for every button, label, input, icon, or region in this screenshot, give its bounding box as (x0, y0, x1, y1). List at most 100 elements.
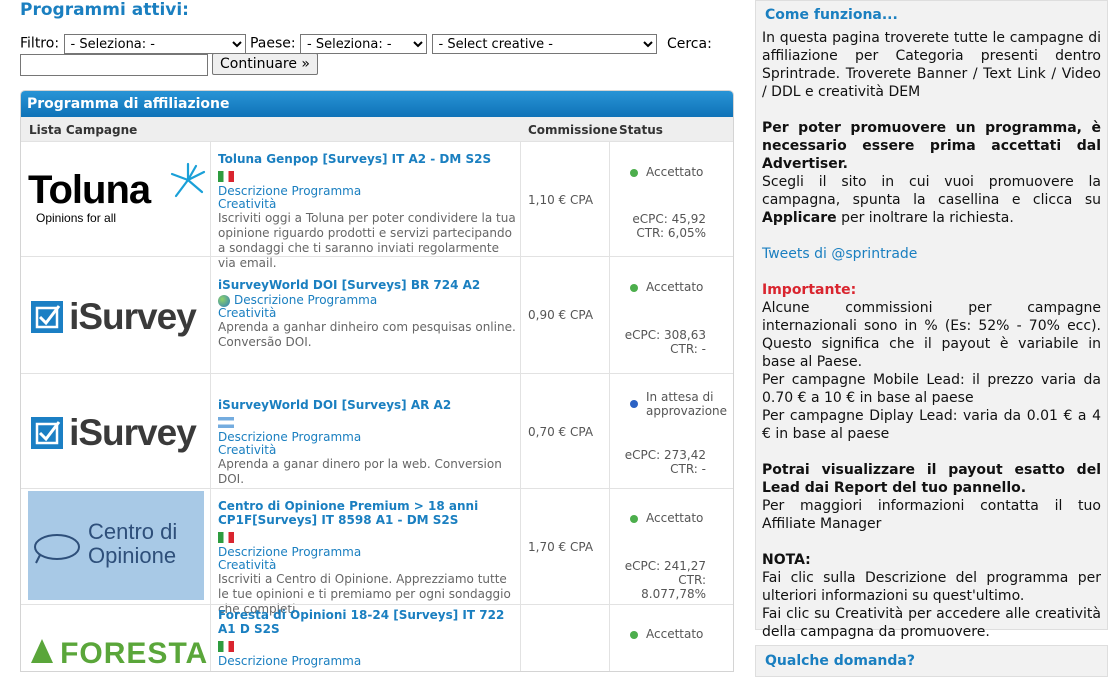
commission-value: 1,70 € CPA (528, 540, 594, 554)
globe-icon (218, 294, 230, 307)
sidebar-apply-instructions: Scegli il sito in cui vuoi promuovere la… (762, 174, 1101, 226)
sidebar-title: Come funziona... (765, 7, 898, 23)
payout-note: Potrai visualizzare il payout esatto del… (762, 462, 1101, 496)
campaign-logo-cell[interactable]: FORESTA (21, 605, 211, 671)
creative-select[interactable]: - Select creative - (431, 34, 657, 54)
table-row: Centro di Opinione Centro di Opinione Pr… (21, 488, 733, 616)
isurvey-logo[interactable]: iSurvey (30, 412, 197, 454)
status-ok-icon (630, 630, 638, 639)
program-description-link[interactable]: Descrizione Programma (234, 293, 377, 307)
centro-opinione-logo[interactable]: Centro di Opinione (28, 491, 204, 600)
table-row: iSurvey iSurveyWorld DOI [Surveys] AR A2… (21, 373, 733, 488)
creative-link[interactable]: Creatività (218, 307, 518, 320)
creative-link[interactable]: Creatività (218, 559, 518, 572)
commission-value: 1,10 € CPA (528, 193, 594, 207)
argentina-flag-icon (218, 417, 234, 428)
campaign-name-link[interactable]: iSurveyWorld DOI [Surveys] AR A2 (218, 398, 518, 412)
isurvey-checkbox-icon (31, 301, 63, 333)
campaign-name-link[interactable]: Centro di Opinione Premium > 18 anni CP1… (218, 499, 518, 527)
country-label: Paese: (249, 35, 296, 52)
tree-icon (31, 639, 53, 663)
campaign-logo-cell[interactable]: Toluna Opinions for all (21, 142, 211, 256)
status-cell: Accettato eCPC: 45,92 CTR: 6,05% (609, 142, 733, 256)
sidebar-promo-note: Per poter promuovere un programma, è nec… (762, 120, 1101, 172)
status-pending-icon (630, 400, 638, 408)
speech-bubble-icon (34, 534, 80, 564)
status-badge: In attesa di approvazione (630, 390, 727, 418)
column-commission: Commissione (528, 123, 618, 137)
campaign-info: iSurveyWorld DOI [Surveys] BR 724 A2 Des… (218, 257, 518, 350)
sidebar-intro: In questa pagina troverete tutte le camp… (762, 30, 1101, 100)
campaign-logo-cell[interactable]: iSurvey (21, 257, 211, 373)
nota-label: NOTA: (762, 552, 811, 568)
nota-2: Fai clic su Creatività per accedere alle… (762, 606, 1101, 640)
isurvey-checkbox-icon (31, 417, 63, 449)
help-sidebar: Come funziona... In questa pagina trover… (755, 0, 1108, 640)
continue-button[interactable]: Continuare » (212, 53, 318, 75)
toluna-star-icon (170, 162, 206, 198)
faq-title: Qualche domanda? (765, 653, 915, 669)
table-row: iSurvey iSurveyWorld DOI [Surveys] BR 72… (21, 256, 733, 373)
campaign-stats: eCPC: 241,27 CTR: 8.077,78% (624, 559, 706, 601)
commission-cell (520, 605, 609, 671)
program-description-link[interactable]: Descrizione Programma (218, 655, 518, 668)
campaign-name-link[interactable]: iSurveyWorld DOI [Surveys] BR 724 A2 (218, 278, 518, 292)
commission-cell: 0,90 € CPA (520, 257, 609, 373)
toluna-logo[interactable]: Toluna Opinions for all (28, 162, 206, 225)
filter-select[interactable]: - Seleziona: - (63, 34, 246, 54)
payout-info: Per maggiori informazioni contatta il tu… (762, 498, 1101, 532)
commission-cell: 1,10 € CPA (520, 142, 609, 256)
status-badge: Accettato (630, 627, 703, 641)
status-badge: Accettato (630, 511, 703, 525)
creative-link[interactable]: Creatività (218, 198, 518, 211)
table-row: Toluna Opinions for all Toluna Genpop [S… (21, 141, 733, 270)
status-badge: Accettato (630, 280, 703, 294)
commission-value: 0,70 € CPA (528, 425, 594, 439)
campaign-stats: eCPC: 45,92 CTR: 6,05% (632, 212, 706, 240)
creative-link[interactable]: Creatività (218, 444, 518, 457)
italy-flag-icon (218, 641, 234, 652)
tweets-link[interactable]: Tweets di @sprintrade (762, 245, 1101, 263)
column-status: Status (619, 123, 663, 137)
table-row: FORESTA Foresta di Opinioni 18-24 [Surve… (21, 604, 733, 671)
status-ok-icon (630, 514, 638, 523)
campaign-info: Centro di Opinione Premium > 18 anni CP1… (218, 489, 518, 617)
status-cell: Accettato eCPC: 308,63 CTR: - (609, 257, 733, 373)
campaign-stats: eCPC: 273,42 CTR: - (624, 448, 706, 476)
campaign-stats: eCPC: 308,63 CTR: - (624, 328, 706, 356)
commission-cell: 0,70 € CPA (520, 374, 609, 488)
commission-cell: 1,70 € CPA (520, 489, 609, 605)
campaign-name-link[interactable]: Foresta di Opinioni 18-24 [Surveys] IT 7… (218, 608, 518, 636)
campaign-info: Foresta di Opinioni 18-24 [Surveys] IT 7… (218, 605, 518, 668)
campaign-name-link[interactable]: Toluna Genpop [Surveys] IT A2 - DM S2S (218, 152, 518, 166)
status-ok-icon (630, 168, 638, 177)
campaign-description: Aprenda a ganar dinero por la web. Conve… (218, 457, 502, 486)
status-cell: Accettato eCPC: 241,27 CTR: 8.077,78% (609, 489, 733, 605)
campaign-logo-cell[interactable]: iSurvey (21, 374, 211, 488)
nota-1: Fai clic sulla Descrizione del programma… (762, 570, 1101, 604)
campaign-info: Toluna Genpop [Surveys] IT A2 - DM S2S D… (218, 142, 518, 271)
isurvey-logo[interactable]: iSurvey (30, 296, 197, 338)
filter-bar: Filtro: - Seleziona: - Paese: - Selezion… (20, 34, 712, 54)
column-headers: Lista Campagne Commissione Status (21, 117, 733, 141)
search-input[interactable] (20, 54, 208, 76)
important-note-1: Alcune commissioni per campagne internaz… (762, 300, 1101, 370)
sidebar-body: In questa pagina troverete tutte le camp… (762, 29, 1101, 641)
program-table-header: Programma di affiliazione (21, 91, 733, 117)
search-label: Cerca: (666, 35, 712, 52)
campaign-info: iSurveyWorld DOI [Surveys] AR A2 Descriz… (218, 374, 518, 487)
page-title: Programmi attivi: (20, 0, 189, 20)
status-badge: Accettato (630, 165, 703, 179)
status-cell: In attesa di approvazione eCPC: 273,42 CT… (609, 374, 733, 488)
status-cell: Accettato (609, 605, 733, 671)
campaign-logo-cell[interactable]: Centro di Opinione (21, 489, 211, 605)
country-select[interactable]: - Seleziona: - (300, 34, 428, 54)
important-note-2: Per campagne Mobile Lead: il prezzo vari… (762, 372, 1101, 406)
italy-flag-icon (218, 171, 234, 182)
faq-box: Qualche domanda? (755, 645, 1108, 677)
foresta-logo[interactable]: FORESTA (29, 637, 208, 671)
campaign-description: Aprenda a ganhar dinheiro com pesquisas … (218, 320, 516, 349)
program-table: Programma di affiliazione Lista Campagne… (20, 90, 734, 672)
italy-flag-icon (218, 532, 234, 543)
important-note-3: Per campagne Diplay Lead: varia da 0.01 … (762, 408, 1101, 442)
